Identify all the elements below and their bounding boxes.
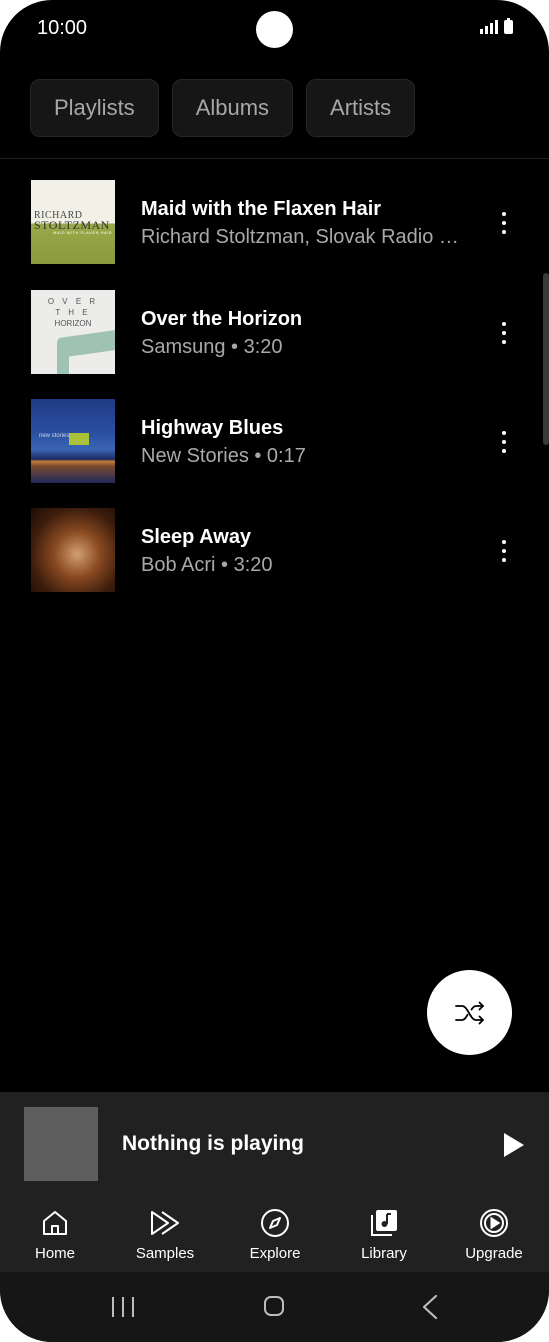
status-icons — [480, 18, 513, 34]
more-options-icon[interactable] — [494, 431, 514, 453]
nav-explore[interactable]: Explore — [220, 1206, 330, 1266]
tab-artists[interactable]: Artists — [306, 79, 416, 137]
album-art: new stories — [31, 399, 115, 483]
album-art: RICHARD STOLTZMAN MAID WITH FLAXEN HAIR — [31, 180, 115, 264]
song-subtitle: Richard Stoltzman, Slovak Radio Symphony… — [141, 226, 467, 248]
album-art: O V E R T H E HORIZON — [31, 290, 115, 374]
song-title: Sleep Away — [141, 526, 252, 548]
shuffle-icon — [454, 1001, 484, 1024]
mini-player-art — [24, 1107, 98, 1181]
album-art-text: MAID WITH FLAXEN HAIR — [53, 230, 113, 235]
library-icon — [371, 1210, 397, 1236]
song-title: Over the Horizon — [141, 308, 303, 330]
album-art-text: new stories — [39, 433, 70, 439]
nav-label: Samples — [135, 1245, 195, 1262]
nav-label: Library — [361, 1245, 407, 1262]
battery-icon — [504, 18, 513, 34]
samples-icon — [151, 1211, 179, 1235]
status-time: 10:00 — [37, 17, 88, 39]
nav-library[interactable]: Library — [329, 1206, 439, 1266]
song-subtitle: Bob Acri • 3:20 — [141, 554, 273, 576]
home-icon — [43, 1211, 67, 1235]
play-icon[interactable] — [502, 1132, 526, 1158]
back-button[interactable] — [418, 1294, 442, 1320]
phone-screen: 10:00 Playlists Albums Artists RICHARD S… — [0, 0, 549, 1342]
nav-label: Home — [34, 1245, 75, 1262]
album-art — [31, 508, 115, 592]
nav-upgrade[interactable]: Upgrade — [439, 1206, 549, 1266]
tab-playlists[interactable]: Playlists — [30, 79, 159, 137]
mini-player[interactable]: Nothing is playing — [0, 1092, 549, 1198]
song-title: Maid with the Flaxen Hair — [141, 198, 382, 220]
album-art-text: T H E — [55, 308, 91, 317]
nav-home[interactable]: Home — [0, 1206, 110, 1266]
library-tabs: Playlists Albums Artists — [30, 79, 416, 137]
more-options-icon[interactable] — [494, 540, 514, 562]
nav-label: Explore — [249, 1245, 301, 1262]
signal-icon — [480, 20, 498, 34]
song-subtitle: New Stories • 0:17 — [141, 445, 306, 467]
song-row[interactable]: Sleep Away Bob Acri • 3:20 — [0, 508, 549, 618]
mini-player-title: Nothing is playing — [122, 1132, 304, 1155]
album-art-text: HORIZON — [54, 319, 92, 328]
album-art-text: O V E R — [47, 297, 99, 306]
front-camera — [256, 11, 293, 48]
song-title: Highway Blues — [141, 417, 284, 439]
tab-albums[interactable]: Albums — [171, 79, 294, 137]
song-row[interactable]: new stories Highway Blues New Stories • … — [0, 399, 549, 509]
compass-icon — [261, 1209, 289, 1237]
home-button[interactable] — [264, 1296, 284, 1316]
recents-button[interactable] — [112, 1297, 134, 1317]
nav-samples[interactable]: Samples — [110, 1206, 220, 1266]
more-options-icon[interactable] — [494, 212, 514, 234]
shuffle-button[interactable] — [427, 970, 512, 1055]
song-row[interactable]: RICHARD STOLTZMAN MAID WITH FLAXEN HAIR … — [0, 180, 549, 290]
bottom-nav: Home Samples Explore Library Upgrade — [0, 1198, 549, 1272]
system-nav — [0, 1272, 549, 1342]
song-subtitle: Samsung • 3:20 — [141, 336, 283, 358]
upgrade-icon — [480, 1209, 508, 1237]
more-options-icon[interactable] — [494, 322, 514, 344]
scrollbar[interactable] — [543, 273, 549, 445]
song-row[interactable]: O V E R T H E HORIZON Over the Horizon S… — [0, 290, 549, 400]
nav-label: Upgrade — [465, 1245, 523, 1262]
divider — [0, 158, 549, 159]
